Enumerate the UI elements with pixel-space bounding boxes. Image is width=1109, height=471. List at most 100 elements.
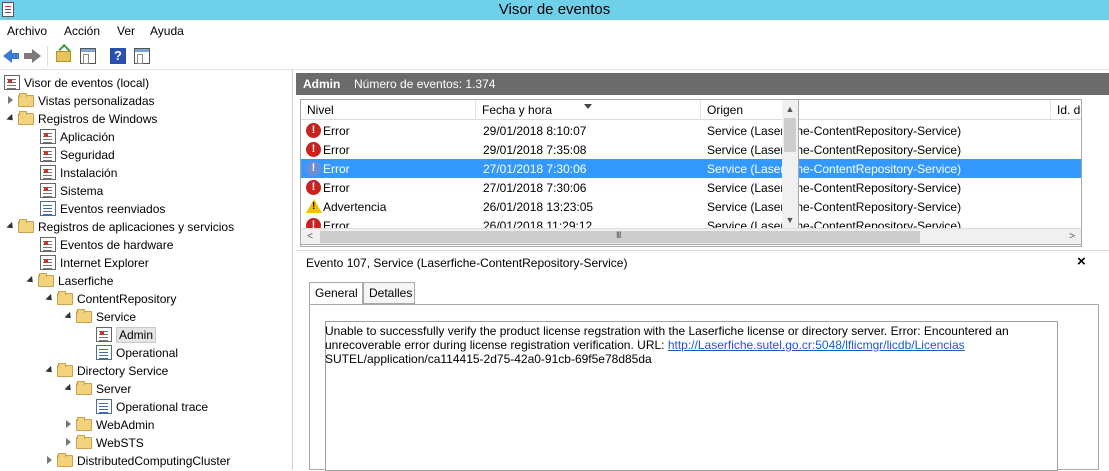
expand-arrow-icon[interactable]: [64, 419, 74, 429]
show-hide-tree-button[interactable]: [79, 47, 97, 65]
event-level: Error: [323, 143, 350, 157]
collapse-arrow-icon[interactable]: [45, 365, 55, 376]
log-name: Admin: [303, 77, 341, 91]
log-header: Admin Número de eventos: 1.374: [296, 73, 1109, 95]
column-header-fecha[interactable]: Fecha y hora: [476, 100, 701, 120]
collapse-arrow-icon[interactable]: [64, 311, 74, 322]
scroll-up-icon[interactable]: ▲: [782, 101, 798, 117]
log-icon: [96, 327, 112, 342]
tree-item-label: Visor de eventos (local): [24, 76, 150, 90]
log-icon: [40, 201, 56, 216]
close-icon[interactable]: ×: [1077, 253, 1086, 270]
grid-header: Nivel Fecha y hora Origen Id. de: [301, 100, 1081, 120]
collapse-arrow-icon[interactable]: [6, 221, 16, 232]
tree-item-label: WebAdmin: [96, 418, 155, 432]
folder-icon: [57, 291, 73, 305]
tree-item-label: Operational: [116, 346, 179, 360]
toolbar-separator: [47, 46, 48, 66]
scroll-left-icon[interactable]: <: [302, 229, 318, 244]
event-row[interactable]: ! Error 29/01/2018 7:35:08 Service (Lase…: [301, 140, 1081, 159]
error-icon: !: [306, 142, 321, 157]
folder-up-icon: [56, 51, 71, 62]
event-row-selected[interactable]: ! Error 27/01/2018 7:30:06 Service (Lase…: [301, 159, 1081, 178]
tree-item-label: Instalación: [60, 166, 118, 180]
folder-icon: [76, 417, 92, 431]
help-icon: ?: [110, 48, 126, 64]
scroll-thumb-horizontal[interactable]: [320, 230, 920, 243]
tree-item-label: Sistema: [60, 184, 104, 198]
menu-accion[interactable]: Acción: [64, 24, 100, 38]
scroll-down-icon[interactable]: ▼: [782, 212, 798, 228]
tree-item-label: Internet Explorer: [60, 256, 149, 270]
detail-divider: [296, 250, 1109, 251]
event-date: 29/01/2018 7:35:08: [483, 143, 587, 157]
menu-ver[interactable]: Ver: [117, 24, 135, 38]
log-icon: [40, 147, 56, 162]
grid-horizontal-scrollbar[interactable]: < >: [300, 228, 1082, 245]
tree-item-label: Registros de Windows: [38, 112, 158, 126]
folder-icon: [18, 111, 34, 125]
folder-icon: [76, 309, 92, 323]
event-viewer-icon: [4, 75, 20, 90]
tab-general[interactable]: General: [309, 282, 363, 305]
event-date: 27/01/2018 7:30:06: [483, 162, 587, 176]
column-header-fecha-label: Fecha y hora: [482, 103, 553, 117]
log-icon: [40, 183, 56, 198]
tree-item-label: Service: [96, 310, 137, 324]
grid-vertical-scrollbar[interactable]: ▲ ▼: [782, 99, 799, 230]
tree-item-label: Aplicación: [60, 130, 115, 144]
event-row[interactable]: ! Error 27/01/2018 7:30:06 Service (Lase…: [301, 178, 1081, 197]
event-level: Error: [323, 181, 350, 195]
folder-icon: [57, 453, 73, 467]
column-header-nivel[interactable]: Nivel: [301, 100, 476, 120]
scroll-thumb[interactable]: [784, 118, 796, 152]
error-icon: !: [306, 161, 321, 176]
tree-item-label: ContentRepository: [77, 292, 177, 306]
expand-arrow-icon[interactable]: [45, 455, 55, 465]
collapse-arrow-icon[interactable]: [26, 275, 36, 286]
event-detail-title: Evento 107, Service (Laserfiche-ContentR…: [306, 256, 628, 270]
collapse-arrow-icon[interactable]: [6, 113, 16, 124]
back-arrow-icon: [3, 49, 19, 63]
column-header-origen[interactable]: Origen: [701, 100, 1051, 120]
event-source: Service (Laserfiche-ContentRepository-Se…: [707, 181, 962, 195]
expand-arrow-icon[interactable]: [6, 95, 16, 105]
console-tree: Visor de eventos (local) Vistas personal…: [0, 70, 293, 470]
tree-item-label: Eventos reenviados: [60, 202, 166, 216]
menu-archivo[interactable]: Archivo: [7, 24, 47, 38]
back-button[interactable]: [3, 47, 21, 65]
toolbar: ?: [0, 42, 1109, 70]
event-count: Número de eventos: 1.374: [354, 77, 496, 91]
folder-icon: [57, 363, 73, 377]
forward-button[interactable]: [24, 47, 42, 65]
log-icon: [40, 255, 56, 270]
console-tree-icon: [80, 48, 96, 64]
event-level: Advertencia: [323, 200, 387, 214]
show-hide-action-pane-button[interactable]: [133, 47, 151, 65]
folder-icon: [18, 93, 34, 107]
help-button[interactable]: ?: [109, 47, 127, 65]
action-pane-icon: [134, 48, 150, 64]
event-source: Service (Laserfiche-ContentRepository-Se…: [707, 200, 962, 214]
up-one-level-button[interactable]: [55, 47, 73, 65]
tree-item-label: Seguridad: [60, 148, 115, 162]
tree-item-label: Admin: [116, 327, 157, 343]
tree-item-label: Laserfiche: [58, 274, 114, 288]
event-row[interactable]: Advertencia 26/01/2018 13:23:05 Service …: [301, 197, 1081, 216]
tree-item-label: DistributedComputingCluster: [77, 454, 231, 468]
tree-item-label: Registros de aplicaciones y servicios: [38, 220, 235, 234]
license-url-link[interactable]: http://Laserfiche.sutel.go.cr:5048/lflic…: [668, 338, 965, 352]
folder-icon: [18, 219, 34, 233]
description-text-cont: SUTEL/application/ca114415-2d75-42a0-91c…: [325, 352, 652, 366]
tab-detalles[interactable]: Detalles: [363, 282, 415, 304]
scroll-right-icon[interactable]: >: [1064, 229, 1080, 244]
expand-arrow-icon[interactable]: [64, 437, 74, 447]
tree-item-label: Vistas personalizadas: [38, 94, 155, 108]
tree-item-label: Directory Service: [77, 364, 169, 378]
forward-arrow-icon: [24, 49, 41, 63]
event-row[interactable]: ! Error 29/01/2018 8:10:07 Service (Lase…: [301, 121, 1081, 140]
menu-ayuda[interactable]: Ayuda: [150, 24, 184, 38]
collapse-arrow-icon[interactable]: [64, 383, 74, 394]
collapse-arrow-icon[interactable]: [45, 293, 55, 304]
column-header-id[interactable]: Id. de: [1051, 100, 1081, 120]
